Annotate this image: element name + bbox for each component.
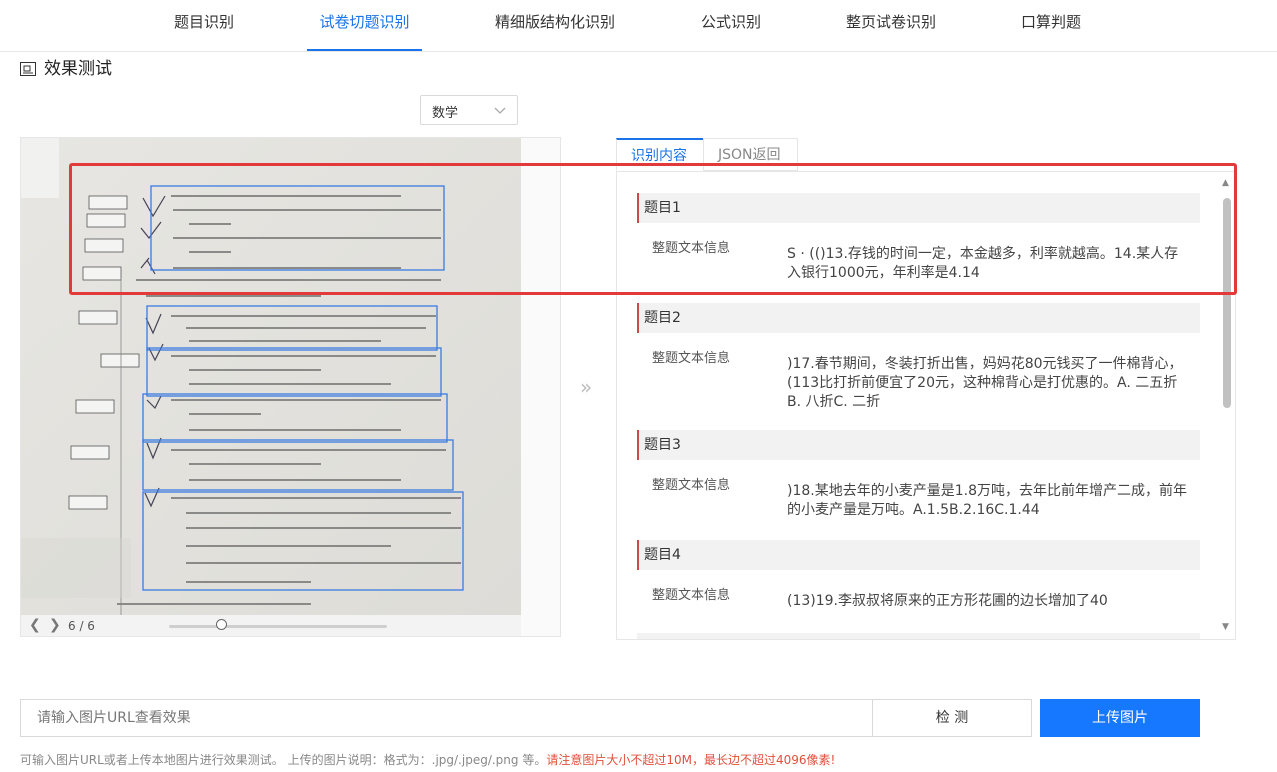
upload-hint: 可输入图片URL或者上传本地图片进行效果测试。 上传的图片说明：格式为：.jpg… <box>20 751 835 768</box>
question-text-label: 整题文本信息 <box>652 588 731 603</box>
result-scrollbar[interactable]: ▲ ▼ <box>1222 178 1231 632</box>
question-title: 题目2 <box>637 303 1200 333</box>
scrollbar-thumb[interactable] <box>1223 198 1231 408</box>
section-title-text: 效果测试 <box>44 59 112 79</box>
scroll-down-icon[interactable]: ▼ <box>1222 622 1229 632</box>
question-text: (13)19.李叔叔将原来的正方形花圃的边长增加了40 <box>787 593 1108 609</box>
exam-photo <box>21 138 521 615</box>
page-counter: 6 / 6 <box>68 619 95 633</box>
question-text-label: 整题文本信息 <box>652 241 731 256</box>
test-icon <box>20 61 36 81</box>
upload-hint-warning: 请注意图片大小不超过10M，最长边不超过4096像素! <box>546 753 836 767</box>
top-nav: 题目识别 试卷切题识别 精细版结构化识别 公式识别 整页试卷识别 口算判题 <box>0 0 1277 52</box>
question-text: )17.春节期间，冬装打折出售，妈妈花80元钱买了一件棉背心，(113比打折前便… <box>787 356 1183 410</box>
result-panel: 题目1 整题文本信息 S · (()13.存钱的时间一定，本金越多，利率就越高。… <box>616 171 1236 640</box>
question-title: 题目3 <box>637 430 1200 460</box>
subject-select-value: 数学 <box>432 106 459 121</box>
upload-image-button[interactable]: 上传图片 <box>1040 699 1200 737</box>
image-viewer: ❮ ❯ 6 / 6 <box>20 137 561 637</box>
question-text-label: 整题文本信息 <box>652 478 731 493</box>
tab-formula-recognition[interactable]: 公式识别 <box>689 0 773 51</box>
question-text-label: 整题文本信息 <box>652 351 731 366</box>
tab-mental-arithmetic[interactable]: 口算判题 <box>1009 0 1093 51</box>
upload-hint-text: 可输入图片URL或者上传本地图片进行效果测试。 上传的图片说明：格式为：.jpg… <box>20 753 547 767</box>
viewer-pager: ❮ ❯ 6 / 6 <box>21 615 521 636</box>
section-title: 效果测试 <box>20 54 112 81</box>
scroll-up-icon[interactable]: ▲ <box>1222 178 1229 188</box>
tab-json-response[interactable]: JSON返回 <box>703 138 798 171</box>
image-url-input[interactable] <box>20 699 873 737</box>
prev-page-icon[interactable]: ❮ <box>29 617 41 633</box>
question-text: S · (()13.存钱的时间一定，本金越多，利率就越高。14.某人存入银行10… <box>787 246 1179 281</box>
tab-structured-recognition[interactable]: 精细版结构化识别 <box>480 0 630 51</box>
subject-select[interactable]: 数学 <box>420 95 518 125</box>
next-page-icon[interactable]: ❯ <box>49 617 61 633</box>
tab-full-page-recognition[interactable]: 整页试卷识别 <box>832 0 950 51</box>
chevron-down-icon <box>494 104 506 119</box>
zoom-slider-handle[interactable] <box>216 619 227 630</box>
next-question-header-edge <box>637 633 1200 639</box>
question-text: )18.某地去年的小麦产量是1.8万吨，去年比前年增产二成，前年的小麦产量是万吨… <box>787 483 1187 518</box>
detect-button[interactable]: 检 测 <box>872 699 1032 737</box>
double-chevron-right-icon: » <box>580 375 593 399</box>
question-title: 题目1 <box>637 193 1200 223</box>
tab-question-recognition[interactable]: 题目识别 <box>160 0 248 51</box>
question-title: 题目4 <box>637 540 1200 570</box>
tab-recognition-content[interactable]: 识别内容 <box>616 138 704 171</box>
tab-exam-split-recognition[interactable]: 试卷切题识别 <box>307 0 422 51</box>
zoom-slider-track[interactable] <box>169 625 387 628</box>
